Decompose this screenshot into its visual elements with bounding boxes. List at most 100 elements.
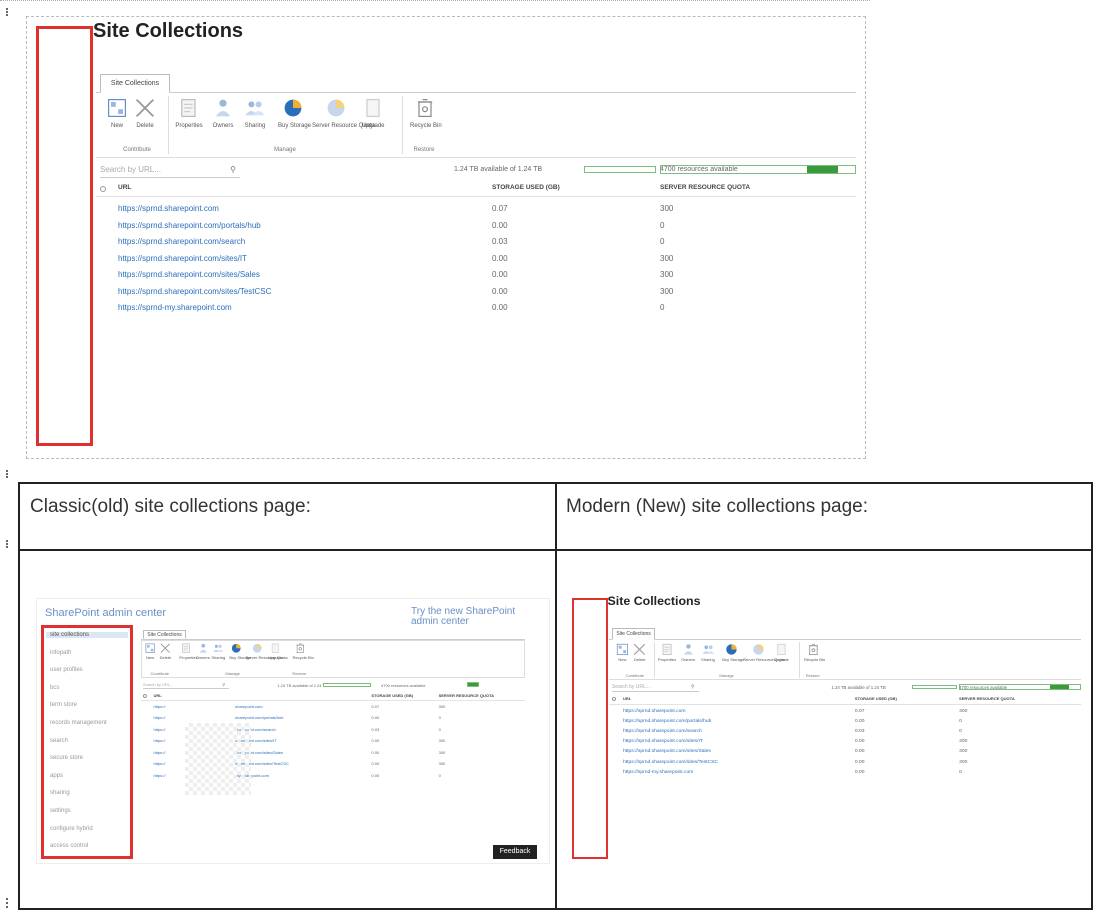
search-icon[interactable]: ⚲ — [222, 681, 225, 689]
recycle-bin-button[interactable]: Recycle Bin — [804, 642, 825, 663]
search-input[interactable]: Search by URL... ⚲ — [611, 684, 699, 693]
nav-item-secure-store[interactable]: secure store — [50, 755, 83, 761]
table-row[interactable]: https://sprnd-my.sharepoint.com 0.00 0 — [566, 770, 1081, 779]
server-resource-quota-button[interactable]: Server Resource Quota — [743, 642, 785, 663]
site-url-link[interactable]: https://sprnd.sharepoint.com/portals/hub — [623, 719, 711, 724]
new-button[interactable]: New — [143, 642, 157, 659]
delete-button[interactable]: Delete — [130, 96, 160, 130]
column-header[interactable]: SERVER RESOURCE QUOTA — [660, 184, 750, 191]
table-row[interactable]: https://sprnd.sharepoint.com/search 0.03 0 — [566, 729, 1081, 738]
feedback-button[interactable]: Feedback — [493, 845, 537, 859]
site-url-link[interactable]: https:// — [153, 704, 165, 709]
owners-button[interactable]: Owners — [679, 642, 698, 663]
site-url-link[interactable]: https://sprnd.sharepoint.com/search — [623, 729, 702, 734]
column-header[interactable]: SERVER RESOURCE QUOTA — [439, 693, 494, 698]
upgrade-button[interactable]: Upgrade — [268, 642, 283, 659]
properties-button[interactable]: Properties — [658, 642, 677, 663]
search-icon[interactable]: ⚲ — [691, 684, 695, 691]
nav-item-term-store[interactable]: term store — [50, 702, 77, 708]
site-url-link[interactable]: https://sprnd.sharepoint.com — [623, 709, 686, 714]
buy-storage-button[interactable]: Buy Storage — [278, 96, 311, 130]
column-header[interactable]: SERVER RESOURCE QUOTA — [959, 696, 1015, 701]
site-url-link[interactable]: https://sprnd.sharepoint.com/sites/Sales — [623, 749, 711, 754]
site-url-link[interactable]: https://sprnd-my.sharepoint.com — [623, 770, 693, 775]
owners-button[interactable]: Owners — [196, 642, 210, 659]
nav-item-sharing[interactable]: sharing — [50, 790, 70, 796]
upgrade-button[interactable]: Upgrade — [772, 642, 791, 663]
delete-button[interactable]: Delete — [158, 642, 172, 659]
search-input[interactable]: Search by URL... ⚲ — [142, 681, 230, 690]
nav-item-site-collections[interactable]: site collections — [46, 632, 128, 638]
owners-button[interactable]: Owners — [208, 96, 238, 130]
delete-button[interactable]: Delete — [630, 642, 649, 663]
buy-storage-button[interactable]: Buy Storage — [229, 642, 251, 659]
table-row[interactable]: https://sprnd.sharepoint.com/sites/IT 0.0… — [26, 254, 856, 268]
table-row[interactable]: https://sprnd.sharepoint.com/sites/Sales… — [566, 749, 1081, 758]
table-row[interactable]: https://sprnd.sharepoint.com/sites/TestC… — [566, 760, 1081, 769]
buy-storage-button[interactable]: Buy Storage — [722, 642, 744, 663]
site-url-link[interactable]: https://sprnd.sharepoint.com/sites/IT — [623, 739, 703, 744]
recycle-bin-button[interactable]: Recycle Bin — [410, 96, 442, 130]
nav-item-bcs[interactable]: bcs — [50, 685, 59, 691]
recycle-bin-button[interactable]: Recycle Bin — [293, 642, 314, 659]
properties-button[interactable]: Properties — [179, 642, 198, 659]
properties-button[interactable]: Properties — [174, 96, 204, 130]
select-all-checkbox[interactable] — [611, 697, 616, 702]
column-header[interactable]: URL — [118, 184, 131, 191]
site-url-link[interactable]: .sharepoint.com/portals/hub — [234, 715, 283, 720]
table-row[interactable]: https://sprnd.sharepoint.com 0.07 300 — [26, 204, 856, 218]
search-input[interactable]: Search by URL... ⚲ — [100, 164, 240, 178]
nav-item-user-profiles[interactable]: user profiles — [50, 667, 83, 673]
site-url-link[interactable]: https://sprnd.sharepoint.com — [118, 204, 219, 213]
table-row[interactable]: https://sprnd.sharepoint.com/portals/hub… — [566, 719, 1081, 728]
server-resource-quota-button[interactable]: Server Resource Quota — [312, 96, 375, 130]
sharing-button[interactable]: Sharing — [699, 642, 718, 663]
nav-item-infopath[interactable]: infopath — [50, 650, 71, 656]
nav-item-search[interactable]: search — [50, 738, 68, 744]
nav-item-configure-hybrid[interactable]: configure hybrid — [50, 826, 93, 832]
site-url-link[interactable]: .sharepoint.com — [234, 704, 262, 709]
nav-item-records-management[interactable]: records management — [50, 720, 107, 726]
site-url-link[interactable]: https:// — [153, 773, 165, 778]
site-url-link[interactable]: https:// — [153, 738, 165, 743]
new-button[interactable]: New — [102, 96, 132, 130]
new-button[interactable]: New — [613, 642, 632, 663]
table-row[interactable]: https://sprnd.sharepoint.com/sites/IT 0.0… — [566, 739, 1081, 748]
site-url-link[interactable]: https:// — [153, 715, 165, 720]
select-all-checkbox[interactable] — [100, 186, 106, 192]
table-row[interactable]: https://sprnd.sharepoint.com/portals/hub… — [26, 221, 856, 235]
table-row[interactable]: https://sprnd.sharepoint.com 0.07 300 — [566, 709, 1081, 718]
nav-item-settings[interactable]: settings — [50, 808, 71, 814]
sharing-button[interactable]: Sharing — [211, 642, 225, 659]
site-url-link[interactable]: https:// — [153, 727, 165, 732]
site-url-link[interactable]: https://sprnd-my.sharepoint.com — [118, 303, 232, 312]
site-url-link[interactable]: https://sprnd.sharepoint.com/sites/IT — [118, 254, 247, 263]
table-row[interactable]: https://sprnd.sharepoint.com/search 0.03 0 — [26, 237, 856, 251]
nav-item-apps[interactable]: apps — [50, 773, 63, 779]
column-header[interactable]: STORAGE USED (GB) — [855, 696, 897, 701]
search-icon[interactable]: ⚲ — [230, 164, 236, 176]
sharing-button[interactable]: Sharing — [240, 96, 270, 130]
site-url-link[interactable]: https://sprnd.sharepoint.com/sites/Sales — [118, 270, 260, 279]
tab-site-collections[interactable]: Site Collections — [142, 629, 187, 640]
table-row[interactable]: https://sprnd-my.sharepoint.com 0.00 0 — [26, 303, 856, 317]
site-url-link[interactable]: https:// — [153, 750, 165, 755]
site-url-link[interactable]: https://sprnd.sharepoint.com/portals/hub — [118, 221, 261, 230]
column-header[interactable]: URL — [153, 693, 161, 698]
column-header[interactable]: URL — [623, 696, 631, 701]
table-row[interactable]: https://sprnd.sharepoint.com/sites/TestC… — [26, 287, 856, 301]
upgrade-button[interactable]: Upgrade — [358, 96, 388, 130]
tab-site-collections[interactable]: Site Collections — [611, 627, 656, 640]
table-row[interactable]: https://sprnd.sharepoint.com/sites/Sales… — [26, 270, 856, 284]
try-new-admin-link[interactable]: Try the new SharePoint admin center — [411, 607, 521, 627]
site-url-link[interactable]: https://sprnd.sharepoint.com/sites/TestC… — [623, 760, 718, 765]
nav-item-access-control[interactable]: access control — [50, 843, 88, 849]
server-resource-quota-button[interactable]: Server Resource Quota — [246, 642, 288, 659]
site-url-link[interactable]: https:// — [153, 761, 165, 766]
table-row[interactable]: https:// .sharepoint.com 0.07 300 — [141, 704, 525, 713]
site-url-link[interactable]: https://sprnd.sharepoint.com/search — [118, 237, 245, 246]
column-header[interactable]: STORAGE USED (GB) — [371, 693, 413, 698]
site-url-link[interactable]: https://sprnd.sharepoint.com/sites/TestC… — [118, 287, 271, 296]
select-all-checkbox[interactable] — [142, 694, 147, 699]
tab-site-collections[interactable]: Site Collections — [100, 74, 170, 93]
